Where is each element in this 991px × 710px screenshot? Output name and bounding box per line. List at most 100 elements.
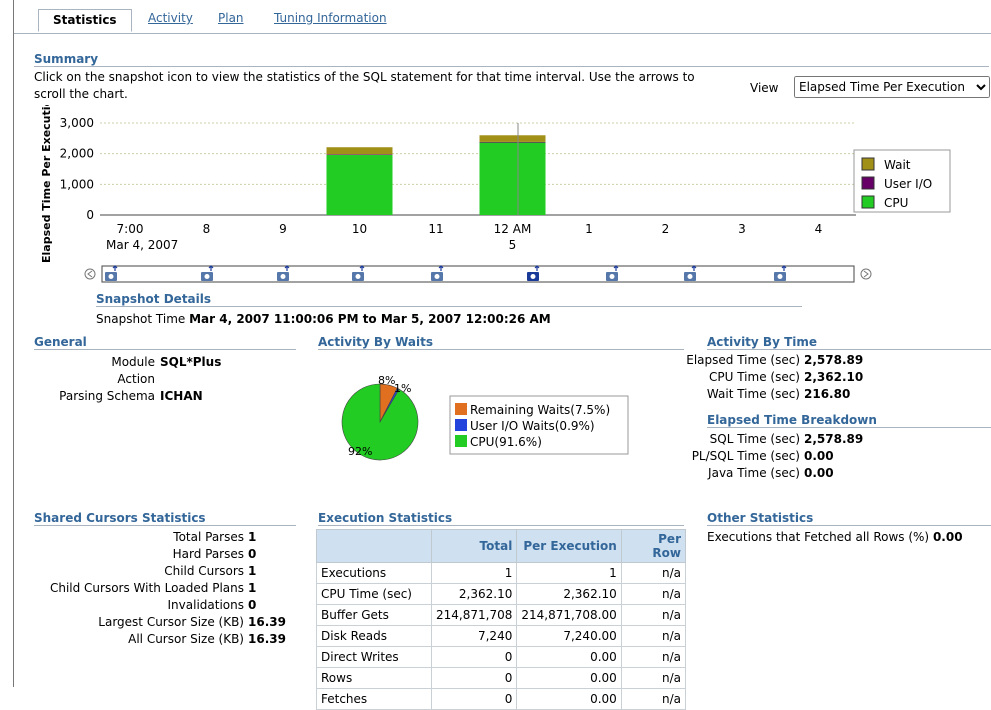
chart-bars bbox=[326, 135, 546, 215]
elapsed-time-breakdown-title: Elapsed Time Breakdown bbox=[707, 413, 991, 428]
chart-y-grid: 3,000 2,000 1,000 0 bbox=[60, 116, 856, 222]
legend-swatch bbox=[861, 157, 875, 171]
legend-label: User I/O bbox=[884, 177, 932, 191]
camera-lens bbox=[530, 274, 536, 279]
activity-by-waits-title: Activity By Waits bbox=[318, 335, 684, 350]
total-cell: 0 bbox=[430, 688, 518, 710]
cursor-stat-label: Hard Parses bbox=[172, 547, 244, 561]
bar-wait bbox=[479, 135, 546, 142]
per-execution-cell: 214,871,708.00 bbox=[516, 604, 622, 626]
cursor-stat-value: 1 bbox=[248, 581, 257, 595]
x-tick-label: 7:00 bbox=[117, 222, 144, 236]
total-cell: 0 bbox=[430, 646, 518, 668]
cursor-stat-value: 0 bbox=[248, 547, 257, 561]
cpu-time-value: 2,362.10 bbox=[804, 370, 864, 384]
per-row-cell: n/a bbox=[620, 625, 687, 647]
scroll-left-arrow-icon[interactable] bbox=[84, 268, 96, 280]
scroll-right-arrow-icon[interactable] bbox=[860, 268, 872, 280]
tab-bar: Statistics Activity Plan Tuning Informat… bbox=[14, 8, 991, 34]
pie-percent-label: 1% bbox=[394, 382, 411, 395]
total-cell: 214,871,708 bbox=[430, 604, 518, 626]
summary-title: Summary bbox=[34, 52, 989, 67]
total-cell: 1 bbox=[430, 562, 518, 584]
row-label: Disk Reads bbox=[316, 625, 432, 647]
table-row: Executions 1 1 n/a bbox=[316, 562, 687, 584]
action-label: Action bbox=[117, 372, 155, 386]
pie-percent-label: 92% bbox=[348, 445, 372, 458]
tab-plan[interactable]: Plan bbox=[218, 11, 244, 25]
cpu-time-label: CPU Time (sec) bbox=[709, 370, 800, 384]
snapshot-scrollbar[interactable] bbox=[84, 262, 884, 286]
pie-legend-label: User I/O Waits(0.9%) bbox=[470, 419, 595, 433]
row-label: Fetches bbox=[316, 688, 432, 710]
x-tick-label: 11 bbox=[428, 222, 443, 236]
pie-legend-swatch bbox=[455, 403, 467, 415]
snapshot-time-label: Snapshot Time bbox=[96, 312, 186, 326]
per-execution-cell: 0.00 bbox=[516, 646, 622, 668]
sql-time-label: SQL Time (sec) bbox=[709, 432, 800, 446]
per-row-cell: n/a bbox=[620, 646, 687, 668]
cursor-stat-value: 1 bbox=[248, 564, 257, 578]
cursor-stat-value: 0 bbox=[248, 598, 257, 612]
total-cell: 0 bbox=[430, 667, 518, 689]
module-value: SQL*Plus bbox=[160, 355, 222, 369]
row-label: Executions bbox=[316, 562, 432, 584]
row-label: CPU Time (sec) bbox=[316, 583, 432, 605]
camera-lens bbox=[355, 274, 361, 279]
cursor-stat-label: Largest Cursor Size (KB) bbox=[98, 615, 244, 629]
activity-by-time-title: Activity By Time bbox=[707, 335, 991, 350]
table-header-row: Total Per Execution Per Row bbox=[316, 529, 687, 563]
table-row: Fetches 0 0.00 n/a bbox=[316, 688, 687, 710]
general-title: General bbox=[34, 335, 296, 350]
total-cell: 7,240 bbox=[430, 625, 518, 647]
pie-legend-swatch bbox=[455, 435, 467, 447]
per-row-cell: n/a bbox=[620, 583, 687, 605]
per-row-cell: n/a bbox=[620, 688, 687, 710]
camera-lens bbox=[434, 274, 440, 279]
wait-time-value: 216.80 bbox=[804, 387, 851, 401]
total-cell: 2,362.10 bbox=[430, 583, 518, 605]
row-label: Rows bbox=[316, 667, 432, 689]
legend-swatch bbox=[861, 195, 875, 209]
table-row: Disk Reads 7,240 7,240.00 n/a bbox=[316, 625, 687, 647]
execution-statistics-table: Total Per Execution Per Row Executions 1 1… bbox=[316, 529, 687, 710]
per-row-cell: n/a bbox=[620, 667, 687, 689]
tab-activity[interactable]: Activity bbox=[148, 11, 193, 25]
parsing-schema-label: Parsing Schema bbox=[59, 389, 155, 403]
pie-legend-label: CPU(91.6%) bbox=[470, 435, 542, 449]
java-time-label: Java Time (sec) bbox=[708, 466, 800, 480]
module-label: Module bbox=[111, 355, 155, 369]
view-label: View bbox=[750, 81, 779, 95]
plsql-time-label: PL/SQL Time (sec) bbox=[691, 449, 800, 463]
cursor-stat-row: All Cursor Size (KB) 16.39 bbox=[34, 632, 296, 649]
java-time-value: 0.00 bbox=[804, 466, 834, 480]
view-select[interactable]: Elapsed Time Per Execution bbox=[794, 76, 990, 98]
plsql-time-value: 0.00 bbox=[804, 449, 834, 463]
legend-label: Wait bbox=[884, 158, 911, 172]
camera-lens bbox=[204, 274, 210, 279]
bar-user-i-o bbox=[326, 154, 393, 155]
fetched-all-rows-stat: Executions that Fetched all Rows (%) 0.0… bbox=[707, 530, 963, 544]
camera-lens bbox=[108, 274, 114, 279]
table-row: Rows 0 0.00 n/a bbox=[316, 667, 687, 689]
chart-y-axis-label: Elapsed Time Per Executic bbox=[40, 105, 53, 263]
bar-wait bbox=[326, 147, 393, 155]
camera-lens bbox=[280, 274, 286, 279]
per-execution-cell: 0.00 bbox=[516, 667, 622, 689]
per-row-cell: n/a bbox=[620, 562, 687, 584]
cursor-stat-value: 16.39 bbox=[248, 632, 286, 646]
camera-lens bbox=[609, 274, 615, 279]
pie-percent-label: 8% bbox=[378, 374, 395, 387]
cursor-stat-label: Total Parses bbox=[173, 530, 244, 544]
snapshot-time-value: Mar 4, 2007 11:00:06 PM to Mar 5, 2007 1… bbox=[189, 312, 551, 326]
cursor-stat-label: Child Cursors bbox=[164, 564, 244, 578]
cursor-stat-label: Child Cursors With Loaded Plans bbox=[49, 581, 244, 595]
execution-table-body: Executions 1 1 n/a CPU Time (sec) 2,362.10 2,3… bbox=[316, 562, 687, 710]
tab-statistics[interactable]: Statistics bbox=[38, 9, 132, 32]
parsing-schema-value: ICHAN bbox=[160, 389, 203, 403]
snapshot-strip bbox=[101, 265, 855, 283]
snapshot-time: Snapshot Time Mar 4, 2007 11:00:06 PM to… bbox=[96, 312, 551, 326]
cursor-stat-row: Invalidations 0 bbox=[34, 598, 296, 615]
cursor-stat-label: All Cursor Size (KB) bbox=[128, 632, 244, 646]
tab-tuning-information[interactable]: Tuning Information bbox=[274, 11, 387, 25]
